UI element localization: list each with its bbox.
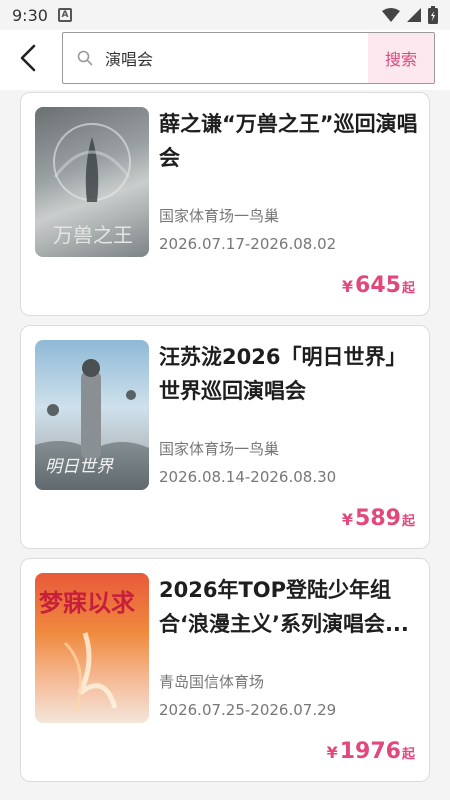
concert-title: 汪苏泷2026「明日世界」世界巡回演唱会 <box>159 345 407 403</box>
result-card[interactable]: 梦寐以求 2026年TOP登陆少年组合‘浪漫主义’系列演唱会... 青岛国信体育… <box>20 558 430 782</box>
search-button[interactable]: 搜索 <box>368 33 434 83</box>
battery-icon <box>428 6 438 24</box>
chevron-left-icon <box>20 44 36 72</box>
wifi-icon <box>382 8 400 22</box>
concert-price: ¥ 645 起 <box>342 273 415 298</box>
back-button[interactable] <box>12 40 44 76</box>
concert-poster: 明日世界 <box>35 340 149 490</box>
concert-title: 薛之谦“万兽之王”巡回演唱会 <box>159 112 418 170</box>
concert-poster: 梦寐以求 <box>35 573 149 723</box>
concert-title: 2026年TOP登陆少年组合‘浪漫主义’系列演唱会... <box>159 578 409 636</box>
results-list: 万兽之王 薛之谦“万兽之王”巡回演唱会 国家体育场一鸟巢 2026.07.17-… <box>20 92 430 791</box>
search-box: 演唱会 搜索 <box>62 32 435 84</box>
concert-price: ¥ 589 起 <box>342 506 415 531</box>
poster-text: 梦寐以求 <box>39 588 135 617</box>
concert-date: 2026.08.14-2026.08.30 <box>159 468 337 486</box>
accessibility-a-icon: A <box>57 8 72 22</box>
price-suffix: 起 <box>401 514 415 529</box>
concert-poster: 万兽之王 <box>35 107 149 257</box>
status-time: 9:30 <box>12 5 48 25</box>
poster-text: 明日世界 <box>45 457 114 477</box>
concert-venue: 青岛国信体育场 <box>159 673 265 691</box>
status-bar: 9:30 A <box>0 0 450 30</box>
concert-date: 2026.07.25-2026.07.29 <box>159 701 337 719</box>
result-card[interactable]: 万兽之王 薛之谦“万兽之王”巡回演唱会 国家体育场一鸟巢 2026.07.17-… <box>20 92 430 316</box>
price-value: 645 <box>355 273 401 298</box>
poster-text: 万兽之王 <box>53 223 133 247</box>
search-icon <box>63 50 97 66</box>
concert-venue: 国家体育场一鸟巢 <box>159 207 280 225</box>
price-suffix: 起 <box>401 281 415 296</box>
price-symbol: ¥ <box>341 277 354 296</box>
concert-venue: 国家体育场一鸟巢 <box>159 440 280 458</box>
price-value: 1976 <box>339 739 401 764</box>
price-symbol: ¥ <box>341 510 354 529</box>
price-suffix: 起 <box>401 747 415 762</box>
status-icons <box>382 6 438 24</box>
concert-price: ¥ 1976 起 <box>327 739 415 764</box>
search-input[interactable]: 演唱会 <box>97 46 368 70</box>
price-symbol: ¥ <box>326 743 338 762</box>
price-value: 589 <box>355 506 401 531</box>
search-header: 演唱会 搜索 <box>0 30 450 90</box>
signal-icon <box>407 8 421 22</box>
result-card[interactable]: 明日世界 汪苏泷2026「明日世界」世界巡回演唱会 国家体育场一鸟巢 2026.… <box>20 325 430 549</box>
concert-date: 2026.07.17-2026.08.02 <box>159 235 337 253</box>
